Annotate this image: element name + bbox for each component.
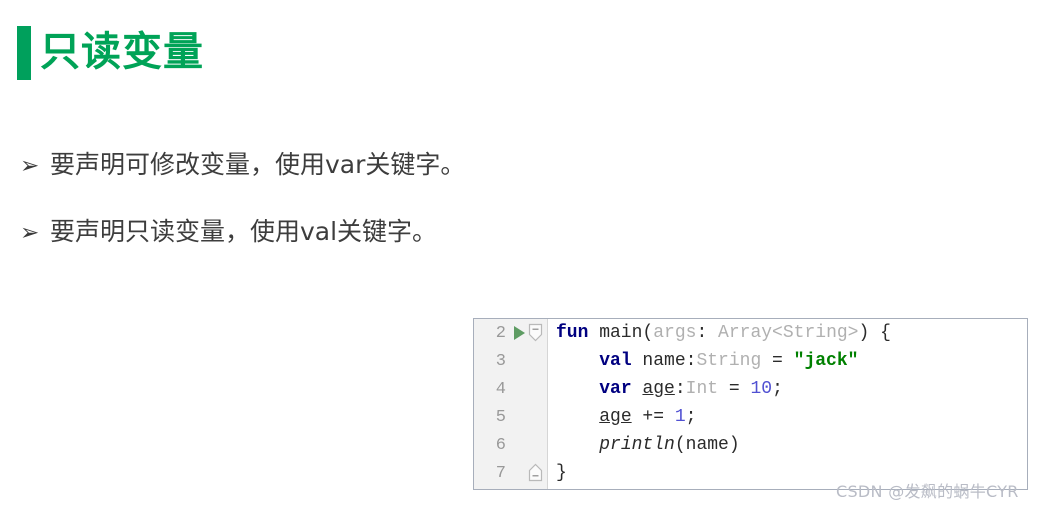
code-token-plain: += [631,407,675,427]
gutter-row[interactable]: 7 [474,459,547,487]
fold-close-icon[interactable] [528,463,543,482]
code-line[interactable]: fun main(args: Array<String>) { [556,319,1027,347]
code-token-plain: : [696,323,719,343]
code-line[interactable]: age += 1; [556,403,1027,431]
arrow-bullet-icon: ➢ [20,220,40,246]
code-editor-block: 2 3 4 5 6 7 fun main(args: Array<String>) { v… [473,318,1028,490]
line-number: 3 [495,351,506,371]
list-item-label: 要声明可修改变量，使用var关键字。 [50,150,466,179]
code-token-kw: var [599,379,632,399]
code-token-str: "jack" [793,351,859,371]
slide-title-text: 只读变量 [40,29,204,75]
gutter-row[interactable]: 6 [474,431,547,459]
line-number: 6 [495,435,506,455]
code-token-type: String [696,351,762,371]
gutter-row[interactable]: 2 [474,319,547,347]
code-token-plain: name: [631,351,697,371]
line-number: 5 [495,407,506,427]
editor-gutter[interactable]: 2 3 4 5 6 7 [474,319,548,489]
code-token-num: 1 [674,407,686,427]
editor-code-area[interactable]: fun main(args: Array<String>) { val name… [548,319,1027,489]
list-item: ➢ 要声明可修改变量，使用var关键字。 [20,148,660,183]
code-token-fn: println [599,435,675,455]
code-token-plain: main( [588,323,654,343]
code-token-kw: val [599,351,632,371]
code-token-plain: } [556,463,567,483]
code-token-plain: = [718,379,751,399]
code-token-kw: fun [556,323,589,343]
code-token-plain: : [674,379,686,399]
code-token-num: 10 [750,379,773,399]
code-line[interactable]: val name:String = "jack" [556,347,1027,375]
code-token-plain: ; [685,407,697,427]
code-token-var: age [642,379,675,399]
code-token-param: args [653,323,697,343]
code-token-plain: = [761,351,794,371]
line-number: 7 [495,463,506,483]
code-line[interactable]: var age:Int = 10; [556,375,1027,403]
code-token-plain: (name) [674,435,740,455]
code-token-plain: ) { [858,323,891,343]
code-token-plain: ; [772,379,783,399]
line-number: 2 [495,323,506,343]
line-number: 4 [495,379,506,399]
code-token-type: Array<String> [718,323,859,343]
fold-open-icon[interactable] [528,323,543,342]
code-token-var: age [599,407,632,427]
list-item-label: 要声明只读变量，使用val关键字。 [50,217,438,246]
watermark-text: CSDN @发飙的蜗牛CYR [836,482,1019,501]
list-item: ➢ 要声明只读变量，使用val关键字。 [20,215,660,250]
code-line[interactable]: println(name) [556,431,1027,459]
title-accent-bar [17,26,31,80]
gutter-row[interactable]: 4 [474,375,547,403]
gutter-row[interactable]: 3 [474,347,547,375]
bullet-list: ➢ 要声明可修改变量，使用var关键字。 ➢ 要声明只读变量，使用val关键字。 [20,148,660,282]
page-title: 只读变量 [17,26,204,80]
gutter-row[interactable]: 5 [474,403,547,431]
code-token-type: Int [685,379,719,399]
arrow-bullet-icon: ➢ [20,153,40,179]
run-triangle-icon[interactable] [514,326,525,340]
